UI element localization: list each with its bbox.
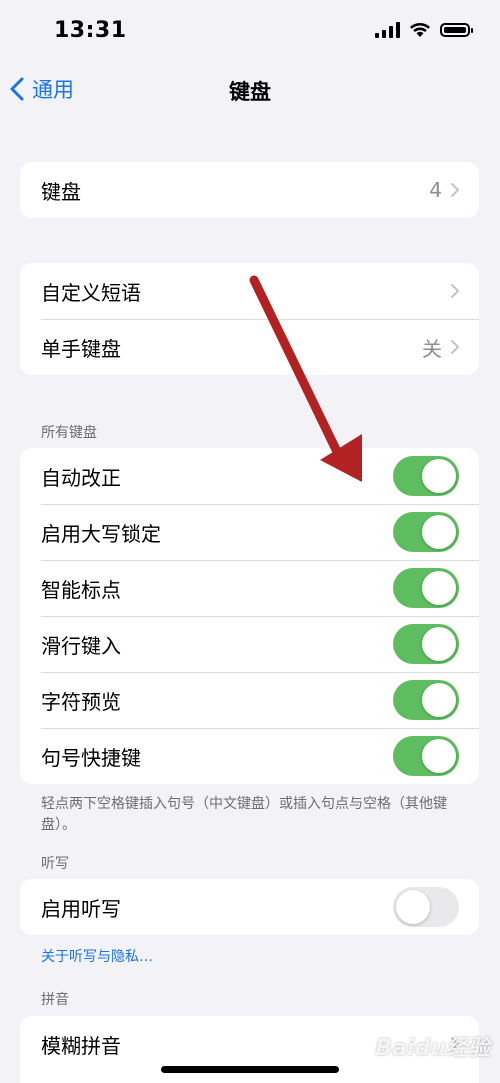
slide-to-type-row: 滑行键入 xyxy=(20,616,479,672)
auto-correction-row: 自动改正 xyxy=(20,448,479,504)
all-keyboards-group: 自动改正 启用大写锁定 智能标点 滑行键入 字符预览 句号快捷键 xyxy=(20,448,479,784)
home-indicator[interactable] xyxy=(161,1066,339,1073)
caps-lock-label: 启用大写锁定 xyxy=(41,521,161,546)
caps-lock-toggle[interactable] xyxy=(393,512,459,552)
one-handed-keyboard-row[interactable]: 单手键盘 关 xyxy=(20,319,479,375)
dictation-group: 启用听写 xyxy=(20,879,479,935)
chevron-right-icon xyxy=(451,340,459,354)
text-replacement-row[interactable]: 自定义短语 xyxy=(20,263,479,319)
smart-punctuation-toggle[interactable] xyxy=(393,568,459,608)
page-title: 键盘 xyxy=(229,80,271,104)
period-shortcut-label: 句号快捷键 xyxy=(41,745,141,770)
one-handed-keyboard-value: 关 xyxy=(422,336,442,361)
smart-punctuation-row: 智能标点 xyxy=(20,560,479,616)
keyboards-count: 4 xyxy=(429,178,442,202)
enable-dictation-label: 启用听写 xyxy=(41,896,121,921)
status-time: 13:31 xyxy=(54,18,127,43)
character-preview-row: 字符预览 xyxy=(20,672,479,728)
auto-correction-toggle[interactable] xyxy=(393,456,459,496)
slide-to-type-toggle[interactable] xyxy=(393,624,459,664)
slide-to-type-label: 滑行键入 xyxy=(41,633,121,658)
wifi-icon xyxy=(410,23,430,37)
all-keyboards-header: 所有键盘 xyxy=(41,425,97,441)
smart-punctuation-label: 智能标点 xyxy=(41,577,121,602)
keyboards-row[interactable]: 键盘 4 xyxy=(20,162,479,218)
keyboards-group: 键盘 4 xyxy=(20,162,479,218)
period-shortcut-footer: 轻点两下空格键插入句号（中文键盘）或插入句点与空格（其他键盘）。 xyxy=(41,796,447,833)
shortcuts-group: 自定义短语 单手键盘 关 xyxy=(20,263,479,375)
character-preview-toggle[interactable] xyxy=(393,680,459,720)
dictation-privacy-link[interactable]: 关于听写与隐私… xyxy=(41,946,153,966)
cellular-signal-icon xyxy=(375,22,400,38)
battery-icon xyxy=(440,23,473,37)
enable-dictation-row: 启用听写 xyxy=(20,879,479,935)
status-icons xyxy=(375,22,473,38)
back-button[interactable]: 通用 xyxy=(10,74,74,104)
caps-lock-row: 启用大写锁定 xyxy=(20,504,479,560)
dictation-header: 听写 xyxy=(41,856,69,872)
auto-correction-label: 自动改正 xyxy=(41,465,121,490)
one-handed-keyboard-label: 单手键盘 xyxy=(41,336,121,361)
status-bar: 13:31 xyxy=(0,0,500,66)
character-preview-label: 字符预览 xyxy=(41,689,121,714)
period-shortcut-toggle[interactable] xyxy=(393,736,459,776)
keyboards-label: 键盘 xyxy=(41,179,81,204)
chevron-left-icon xyxy=(10,77,24,101)
back-label: 通用 xyxy=(32,78,74,102)
nav-bar: 键盘 通用 xyxy=(0,66,500,112)
enable-dictation-toggle[interactable] xyxy=(393,887,459,927)
pinyin-header: 拼音 xyxy=(41,992,69,1008)
chevron-right-icon xyxy=(451,183,459,197)
baidu-watermark: Baidu经验 xyxy=(375,1036,490,1061)
text-replacement-label: 自定义短语 xyxy=(41,280,141,305)
chevron-right-icon xyxy=(451,284,459,298)
period-shortcut-row: 句号快捷键 xyxy=(20,728,479,784)
